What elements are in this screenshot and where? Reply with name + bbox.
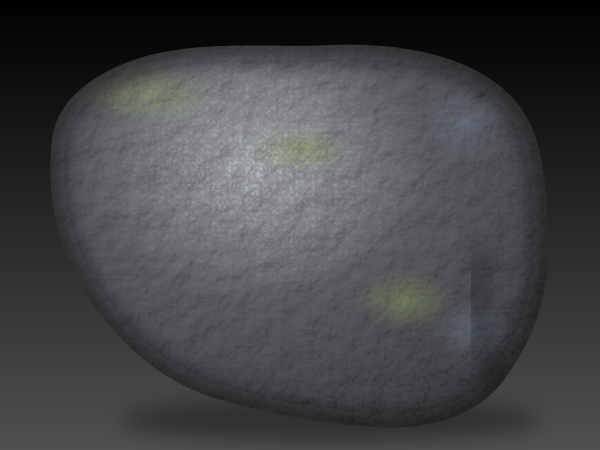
rock-highlight	[120, 70, 340, 150]
viewport	[0, 0, 600, 450]
render-canvas	[0, 0, 600, 450]
